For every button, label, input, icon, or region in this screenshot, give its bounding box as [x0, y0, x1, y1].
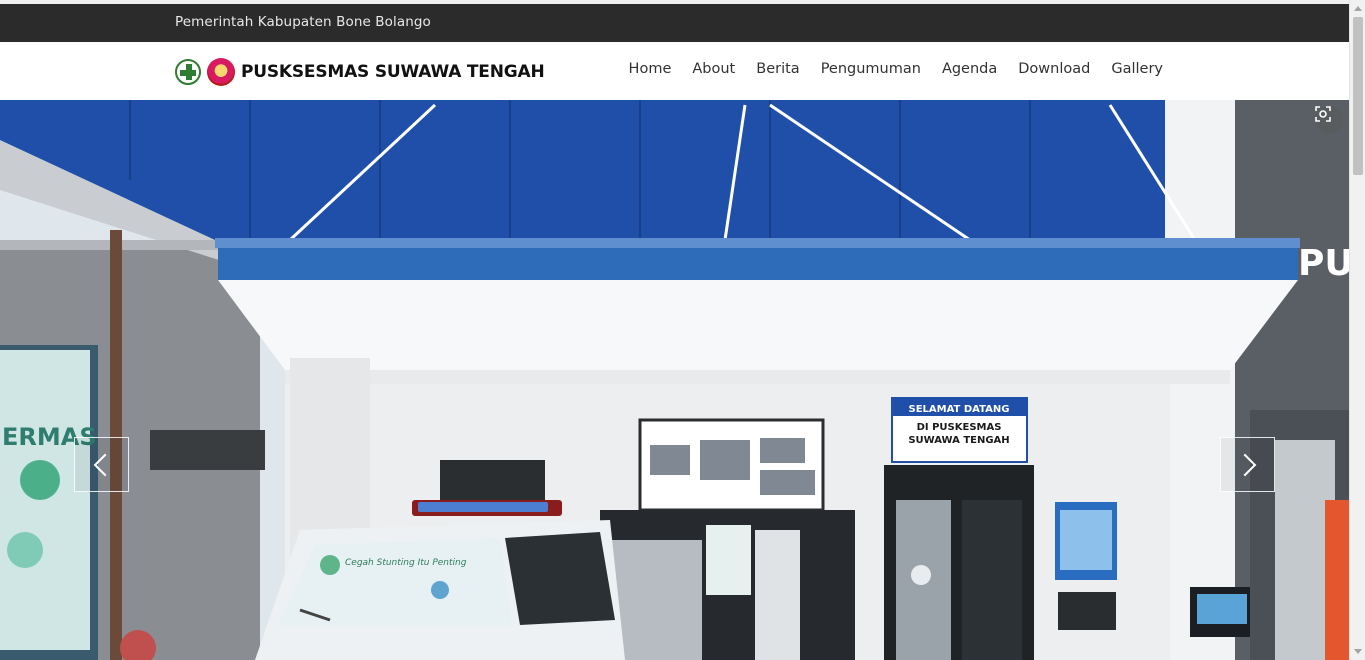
- government-label: Pemerintah Kabupaten Bone Bolango: [175, 14, 431, 30]
- sign-welcome-text: SELAMAT DATANG: [909, 404, 1010, 415]
- menu-item-berita[interactable]: Berita: [756, 61, 799, 77]
- carousel-prev-button[interactable]: [74, 437, 129, 492]
- menu-item-pengumuman[interactable]: Pengumuman: [821, 61, 921, 77]
- menu-item-gallery[interactable]: Gallery: [1111, 61, 1163, 77]
- sign-line3-text: SUWAWA TENGAH: [908, 435, 1009, 446]
- scroll-up-arrow-icon[interactable]: [1354, 6, 1362, 11]
- top-bar: Pemerintah Kabupaten Bone Bolango: [0, 0, 1349, 42]
- hero-carousel: SELAMAT DATANG DI PUSKESMAS SUWAWA TENGA…: [0, 100, 1349, 660]
- menu-item-about[interactable]: About: [692, 61, 735, 77]
- page: Pemerintah Kabupaten Bone Bolango PUSKSE…: [0, 0, 1365, 660]
- hero-photo: SELAMAT DATANG DI PUSKESMAS SUWAWA TENGA…: [0, 100, 1349, 660]
- scroll-down-arrow-icon[interactable]: [1354, 649, 1362, 654]
- vertical-scrollbar[interactable]: [1349, 0, 1365, 660]
- main-menu: Home About Berita Pengumuman Agenda Down…: [608, 61, 1163, 77]
- chevron-right-icon: [1233, 453, 1256, 476]
- building-letters: PU: [1298, 243, 1349, 284]
- health-cross-logo-icon: [175, 59, 201, 85]
- menu-item-download[interactable]: Download: [1018, 61, 1090, 77]
- car-sticker-text: Cegah Stunting Itu Penting: [345, 558, 467, 568]
- main-navbar: PUSKSESMAS SUWAWA TENGAH Home About Beri…: [0, 42, 1349, 100]
- image-search-button[interactable]: [1315, 106, 1343, 134]
- scrollbar-thumb[interactable]: [1353, 17, 1363, 175]
- image-search-icon: [1315, 106, 1331, 122]
- chevron-left-icon: [93, 453, 116, 476]
- carousel-next-button[interactable]: [1220, 437, 1275, 492]
- brand-name: PUSKSESMAS SUWAWA TENGAH: [241, 62, 545, 82]
- regency-emblem-logo-icon: [207, 58, 235, 86]
- sign-line2-text: DI PUSKESMAS: [917, 422, 1002, 433]
- brand-link[interactable]: PUSKSESMAS SUWAWA TENGAH: [175, 58, 545, 86]
- menu-item-agenda[interactable]: Agenda: [942, 61, 997, 77]
- menu-item-home[interactable]: Home: [629, 61, 672, 77]
